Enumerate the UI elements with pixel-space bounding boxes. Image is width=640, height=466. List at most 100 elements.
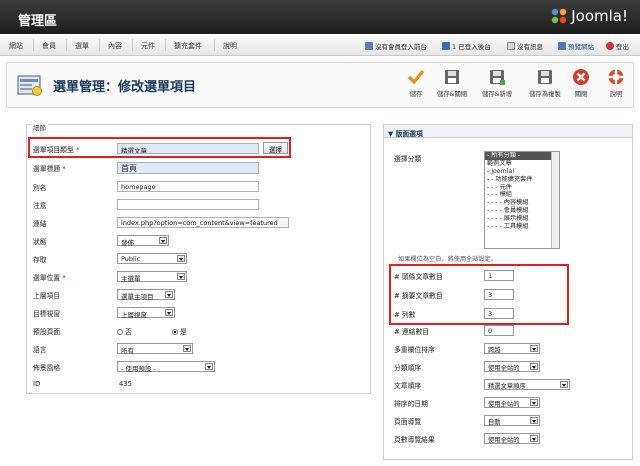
save-new-button[interactable]: 儲存&新增 <box>479 68 515 98</box>
chevron-down-icon <box>205 363 213 370</box>
multi-column-order-label: 多重欄位排序 <box>394 346 435 354</box>
details-legend: 細節 <box>31 122 48 132</box>
listbox-scrollbar[interactable] <box>551 152 559 248</box>
save-copy-button[interactable]: 儲存為複製 <box>525 68 565 98</box>
highlight-box-type <box>28 137 291 158</box>
multi-column-order-select[interactable]: 跨越 <box>484 343 540 354</box>
close-icon <box>573 69 589 85</box>
link-label: 連結 <box>33 220 47 228</box>
chevron-down-icon <box>183 345 191 352</box>
save-copy-icon <box>538 70 552 84</box>
pagination-select[interactable]: 自動 <box>484 415 540 426</box>
alias-input[interactable]: homepage <box>117 181 259 192</box>
save-new-icon <box>490 70 505 85</box>
top-bar: 管理區 Joomla! <box>0 0 640 34</box>
default-no-radio[interactable]: 否 <box>117 326 132 336</box>
menu-title-label: 選單標題 * <box>33 165 66 173</box>
pagination-results-label: 頁數導覽結果 <box>394 436 435 444</box>
target-window-label: 目標視窗 <box>33 310 61 318</box>
id-label: ID <box>33 380 41 388</box>
list-item[interactable]: - Joomla! <box>485 168 559 176</box>
category-order-select[interactable]: 使用全站的 <box>484 361 540 372</box>
checkmark-icon <box>407 69 425 85</box>
pagination-results-select[interactable]: 使用全站的 <box>484 433 540 444</box>
menu-title-input[interactable]: 首頁 <box>117 162 259 174</box>
id-value: 435 <box>119 380 132 388</box>
target-window-select[interactable]: 上層視窗 <box>117 307 175 319</box>
default-page-label: 預設頁面 <box>33 328 61 336</box>
chevron-down-icon <box>177 255 185 262</box>
date-order-label: 排序的日期 <box>394 400 428 408</box>
save-button[interactable]: 儲存 <box>406 68 426 98</box>
chevron-down-icon <box>560 381 568 388</box>
list-item[interactable]: - - - - 展示模組 <box>485 215 559 223</box>
menu-users[interactable]: 會員 <box>42 41 56 51</box>
layout-options-header[interactable]: ▼ 版面選項 <box>384 125 632 138</box>
menu-content[interactable]: 內容 <box>108 41 122 51</box>
toolbar: 選單管理：修改選單項目 儲存 儲存&關閉 儲存&新增 儲存為複製 關閉 說明 <box>6 62 634 108</box>
list-item[interactable]: - 所有分類 - <box>485 152 559 160</box>
choose-category-label: 選擇分類 <box>394 155 422 163</box>
chevron-down-icon <box>177 273 185 280</box>
layout-options-panel: ▼ 版面選項 選擇分類 - 所有分類 - 範例文章 - Joomla! - - … <box>383 124 633 460</box>
chevron-down-icon <box>165 309 173 316</box>
parent-item-select[interactable]: 選單主項目 <box>117 289 175 301</box>
parent-item-label: 上層項目 <box>33 292 61 300</box>
highlight-box-counts <box>389 264 569 325</box>
list-item[interactable]: - - - - 會員模組 <box>485 207 559 215</box>
note-label: 注意 <box>33 202 47 210</box>
frontend-users-status: 沒有會員登入前台 <box>365 41 427 51</box>
list-item[interactable]: 範例文章 <box>485 160 559 168</box>
links-count-input[interactable]: 0 <box>484 325 514 336</box>
chevron-down-icon <box>530 399 538 406</box>
list-item[interactable]: - - - - 工具模組 <box>485 223 559 231</box>
menu-menus[interactable]: 選單 <box>75 41 89 51</box>
access-label: 存取 <box>33 256 47 264</box>
backend-users-status: 1 已登入後台 <box>442 41 491 51</box>
article-order-select[interactable]: 精選文章順序 <box>484 379 570 390</box>
language-label: 語言 <box>33 346 47 354</box>
menu-help[interactable]: 說明 <box>223 41 237 51</box>
access-select[interactable]: Public <box>117 253 187 264</box>
menu-components[interactable]: 元件 <box>141 41 155 51</box>
date-order-select[interactable]: 使用全站的 <box>484 397 540 408</box>
users-icon <box>365 42 373 50</box>
category-listbox[interactable]: - 所有分類 - 範例文章 - Joomla! - - 功能擴充套件 - - -… <box>484 151 560 249</box>
alias-label: 別名 <box>33 184 47 192</box>
chevron-down-icon <box>165 291 173 298</box>
menu-location-select[interactable]: 主選單 <box>117 271 187 283</box>
radio-icon <box>117 329 123 335</box>
list-item[interactable]: - - 功能擴充套件 <box>485 176 559 184</box>
close-button[interactable]: 關閉 <box>571 68 591 98</box>
preview-site-link[interactable]: 預覽網站 <box>558 41 594 51</box>
global-settings-note: 如果欄位為空白，將使用全站設定。 <box>398 256 497 263</box>
monitor-icon <box>558 42 566 50</box>
radio-selected-icon <box>172 329 178 335</box>
logout-link[interactable]: 登出 <box>606 41 629 51</box>
mail-icon <box>507 42 515 50</box>
menu-site[interactable]: 網站 <box>9 41 23 51</box>
chevron-down-icon <box>530 363 538 370</box>
category-order-label: 分類順序 <box>394 364 422 372</box>
template-style-select[interactable]: - 使用預設 - <box>117 361 215 373</box>
template-style-label: 佈景風格 <box>33 364 61 372</box>
details-panel: 細節 選單項目類型 * 精選文章 選擇 選單標題 * 首頁 別名 homepag… <box>26 122 371 394</box>
chevron-down-icon <box>530 435 538 442</box>
user-icon <box>442 42 450 50</box>
links-count-label: # 連結數目 <box>394 328 430 336</box>
menu-extensions[interactable]: 擴充套件 <box>174 41 202 51</box>
default-yes-radio[interactable]: 是 <box>172 326 187 336</box>
logout-icon <box>606 42 614 50</box>
note-input[interactable] <box>117 199 259 210</box>
pagination-label: 頁面導覽 <box>394 418 422 426</box>
page-title: 選單管理：修改選單項目 <box>53 80 197 95</box>
link-field: index.php?option=com_content&view=featur… <box>117 217 289 228</box>
language-select[interactable]: 所有 <box>117 343 193 355</box>
menu-bar: 網站 會員 選單 內容 元件 擴充套件 說明 沒有會員登入前台 1 已登入後台 … <box>0 34 640 56</box>
save-close-button[interactable]: 儲存&關閉 <box>435 68 469 98</box>
status-select[interactable]: 發佈 <box>117 235 169 247</box>
app-title: 管理區 <box>18 14 58 29</box>
help-button[interactable]: 說明 <box>605 68 627 98</box>
messages-status[interactable]: 沒有訊息 <box>507 41 543 51</box>
chevron-down-icon <box>530 417 538 424</box>
